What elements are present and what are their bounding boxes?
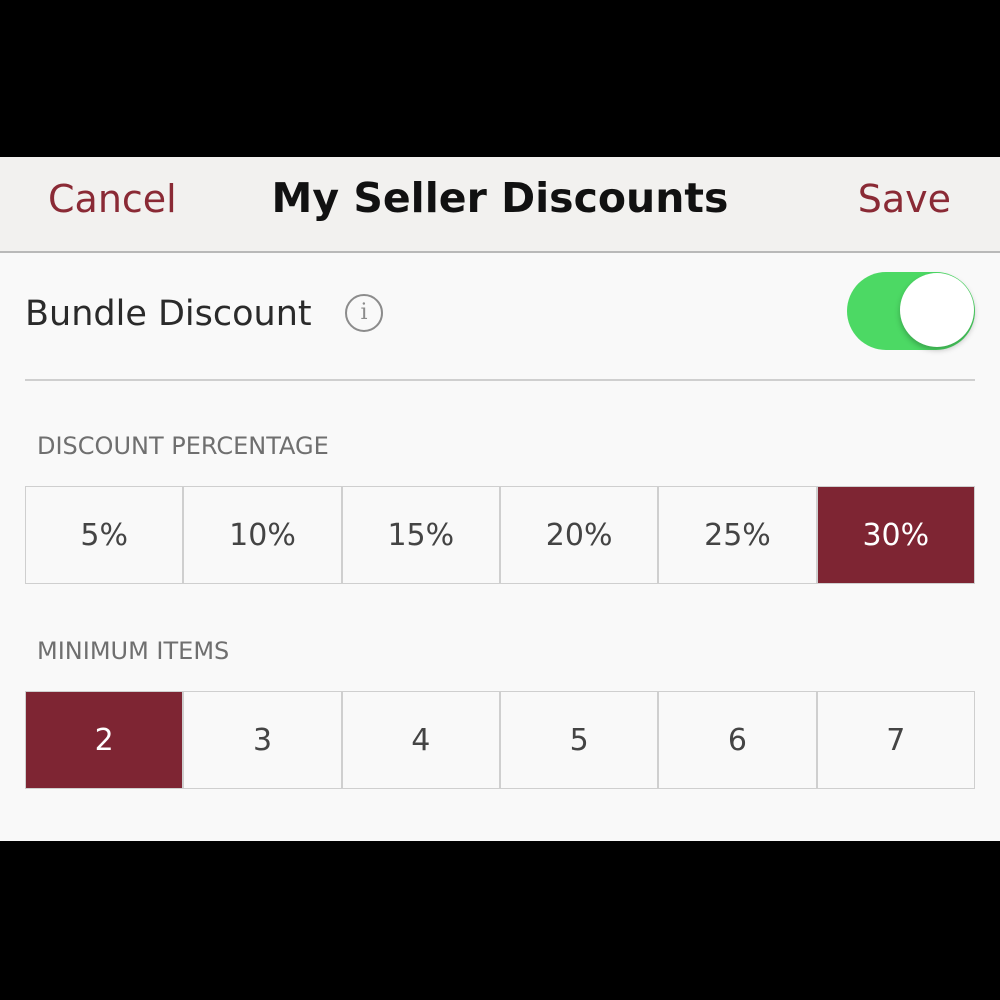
discount-percentage-label: DISCOUNT PERCENTAGE <box>37 432 329 460</box>
discount-option-15[interactable]: 15% <box>343 487 501 583</box>
discount-percentage-selector: 5% 10% 15% 20% 25% 30% <box>25 486 975 584</box>
minimum-items-option-6[interactable]: 6 <box>659 692 818 788</box>
minimum-items-selector: 2 3 4 5 6 7 <box>25 691 975 789</box>
minimum-items-option-7[interactable]: 7 <box>818 692 974 788</box>
minimum-items-option-5[interactable]: 5 <box>501 692 660 788</box>
minimum-items-option-4[interactable]: 4 <box>343 692 501 788</box>
save-button[interactable]: Save <box>858 175 951 223</box>
page-title: My Seller Discounts <box>271 174 729 222</box>
toggle-knob <box>900 273 974 347</box>
discount-option-20[interactable]: 20% <box>501 487 660 583</box>
discount-option-5[interactable]: 5% <box>26 487 185 583</box>
discount-option-10[interactable]: 10% <box>184 487 343 583</box>
navigation-bar: Cancel My Seller Discounts Save <box>0 157 1000 253</box>
discount-settings-screen: Cancel My Seller Discounts Save Bundle D… <box>0 157 1000 841</box>
info-icon[interactable]: i <box>345 294 383 332</box>
discount-option-30[interactable]: 30% <box>817 487 974 583</box>
bundle-discount-row: Bundle Discount i <box>25 253 975 381</box>
minimum-items-option-3[interactable]: 3 <box>184 692 343 788</box>
bundle-discount-toggle[interactable] <box>847 272 975 350</box>
discount-option-25[interactable]: 25% <box>659 487 818 583</box>
bundle-discount-label: Bundle Discount <box>25 294 312 334</box>
minimum-items-label: MINIMUM ITEMS <box>37 637 230 665</box>
minimum-items-option-2[interactable]: 2 <box>26 692 185 788</box>
